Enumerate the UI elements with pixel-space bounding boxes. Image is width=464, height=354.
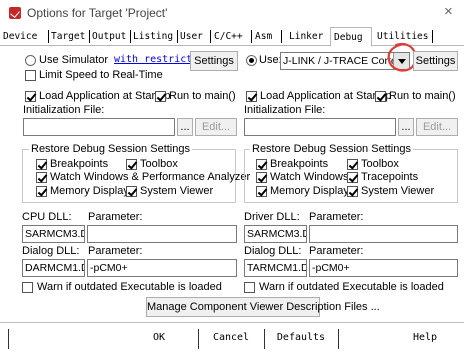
memory-display-checkbox-right[interactable]	[256, 186, 267, 197]
tab-separator	[432, 30, 433, 43]
tracepoints-label: Tracepoints	[361, 171, 419, 183]
limit-speed-label: Limit Speed to Real-Time	[39, 69, 163, 81]
watch-windows-checkbox-right[interactable]	[256, 172, 267, 183]
browse-button-right[interactable]: ...	[398, 118, 414, 136]
init-file-label-left: Initialization File:	[23, 104, 105, 116]
tab-target[interactable]: Target	[51, 27, 85, 46]
tab-listing[interactable]: Listing	[133, 27, 173, 46]
help-button[interactable]: Help	[395, 328, 455, 350]
restore-settings-title-left: Restore Debug Session Settings	[29, 143, 192, 155]
title-bar: Options for Target 'Project' ×	[0, 0, 464, 26]
driver-dll-label: Driver DLL:	[244, 211, 300, 223]
manage-component-viewer-button[interactable]: Manage Component Viewer Description File…	[146, 297, 380, 317]
simulator-settings-button[interactable]: Settings	[190, 51, 238, 71]
edit-button-left[interactable]: Edit...	[195, 118, 237, 136]
driver-settings-button[interactable]: Settings	[413, 51, 458, 71]
dialog-button-bar: OK Cancel Defaults Help	[0, 322, 464, 354]
system-viewer-checkbox-right[interactable]	[347, 186, 358, 197]
tab-separator	[281, 30, 282, 43]
toolbox-checkbox-left[interactable]	[126, 159, 137, 170]
window-title: Options for Target 'Project'	[27, 6, 168, 20]
cpu-parameter-input[interactable]	[87, 225, 237, 243]
load-app-label-left: Load Application at Startup	[39, 90, 171, 102]
edit-button-right[interactable]: Edit...	[416, 118, 458, 136]
tab-device[interactable]: Device	[3, 27, 37, 46]
load-app-checkbox-left[interactable]	[25, 91, 36, 102]
watch-windows-label-right: Watch Windows	[270, 171, 349, 183]
dialog-parameter-input-left[interactable]: -pCM0+	[87, 259, 237, 277]
run-to-main-label-right: Run to main()	[389, 90, 456, 102]
toolbox-label-left: Toolbox	[140, 158, 178, 170]
init-file-label-right: Initialization File:	[244, 104, 326, 116]
system-viewer-checkbox-left[interactable]	[126, 186, 137, 197]
cpu-parameter-label: Parameter:	[88, 211, 143, 223]
dialog-parameter-label-left: Parameter:	[88, 245, 143, 257]
tab-separator	[89, 30, 90, 43]
tab-c-cpp[interactable]: C/C++	[214, 27, 243, 46]
tab-separator	[251, 30, 252, 43]
tab-linker[interactable]: Linker	[289, 27, 323, 46]
use-label: Use:	[259, 54, 282, 66]
use-driver-radio[interactable]	[246, 55, 257, 66]
cpu-dll-label: CPU DLL:	[22, 211, 72, 223]
tab-separator	[210, 30, 211, 43]
memory-display-label-right: Memory Display	[270, 185, 349, 197]
tab-output[interactable]: Output	[92, 27, 126, 46]
debugger-select-value: J-LINK / J-TRACE Cortex	[283, 55, 403, 67]
cancel-button[interactable]: Cancel	[198, 328, 264, 350]
memory-display-label-left: Memory Display	[50, 185, 129, 197]
run-to-main-checkbox-right[interactable]	[375, 91, 386, 102]
warn-outdated-label-right: Warn if outdated Executable is loaded	[259, 281, 444, 293]
restore-settings-title-right: Restore Debug Session Settings	[250, 143, 413, 155]
browse-button-left[interactable]: ...	[177, 118, 193, 136]
init-file-input-right[interactable]	[244, 118, 396, 136]
driver-parameter-label: Parameter:	[309, 211, 364, 223]
breakpoints-label-right: Breakpoints	[270, 158, 329, 170]
dialog-dll-input-right[interactable]: TARMCM1.DLL	[244, 259, 307, 277]
memory-display-checkbox-left[interactable]	[36, 186, 47, 197]
run-to-main-label-left: Run to main()	[169, 90, 236, 102]
defaults-button[interactable]: Defaults	[264, 328, 338, 350]
warn-outdated-checkbox-left[interactable]	[22, 282, 33, 293]
breakpoints-label-left: Breakpoints	[50, 158, 109, 170]
load-app-checkbox-right[interactable]	[246, 91, 257, 102]
dialog-dll-label-right: Dialog DLL:	[244, 245, 302, 257]
breakpoints-checkbox-right[interactable]	[256, 159, 267, 170]
watch-windows-checkbox-left[interactable]	[36, 172, 47, 183]
close-icon[interactable]: ×	[444, 3, 453, 20]
run-to-main-checkbox-left[interactable]	[155, 91, 166, 102]
watch-windows-label-left: Watch Windows & Performance Analyzer	[50, 171, 251, 183]
app-icon	[9, 7, 21, 19]
limit-speed-checkbox[interactable]	[25, 70, 36, 81]
init-file-input-left[interactable]	[23, 118, 175, 136]
toolbox-checkbox-right[interactable]	[347, 159, 358, 170]
system-viewer-label-right: System Viewer	[361, 185, 435, 197]
button-separator	[8, 329, 9, 349]
tab-separator	[48, 30, 49, 43]
tab-debug[interactable]: Debug	[330, 27, 372, 47]
dialog-parameter-input-right[interactable]: -pCM0+	[309, 259, 458, 277]
dialog-dll-input-left[interactable]: DARMCM1.DLL	[22, 259, 85, 277]
driver-dll-input[interactable]: SARMCM3.DLL	[244, 225, 307, 243]
breakpoints-checkbox-left[interactable]	[36, 159, 47, 170]
system-viewer-label-left: System Viewer	[140, 185, 214, 197]
use-simulator-radio[interactable]	[25, 55, 36, 66]
tab-separator	[177, 30, 178, 43]
tab-separator	[130, 30, 131, 43]
tracepoints-checkbox[interactable]	[347, 172, 358, 183]
ok-button[interactable]: OK	[120, 328, 198, 350]
cpu-dll-input[interactable]: SARMCM3.DLL	[22, 225, 85, 243]
dialog-dll-label-left: Dialog DLL:	[22, 245, 80, 257]
tab-asm[interactable]: Asm	[255, 27, 272, 46]
load-app-label-right: Load Application at Startup	[260, 90, 392, 102]
dialog-parameter-label-right: Parameter:	[309, 245, 364, 257]
tab-user[interactable]: User	[180, 27, 203, 46]
driver-parameter-input[interactable]	[309, 225, 458, 243]
toolbox-label-right: Toolbox	[361, 158, 399, 170]
warn-outdated-checkbox-right[interactable]	[244, 282, 255, 293]
use-simulator-label: Use Simulator	[39, 54, 109, 66]
button-separator	[338, 329, 339, 349]
warn-outdated-label-left: Warn if outdated Executable is loaded	[37, 281, 222, 293]
